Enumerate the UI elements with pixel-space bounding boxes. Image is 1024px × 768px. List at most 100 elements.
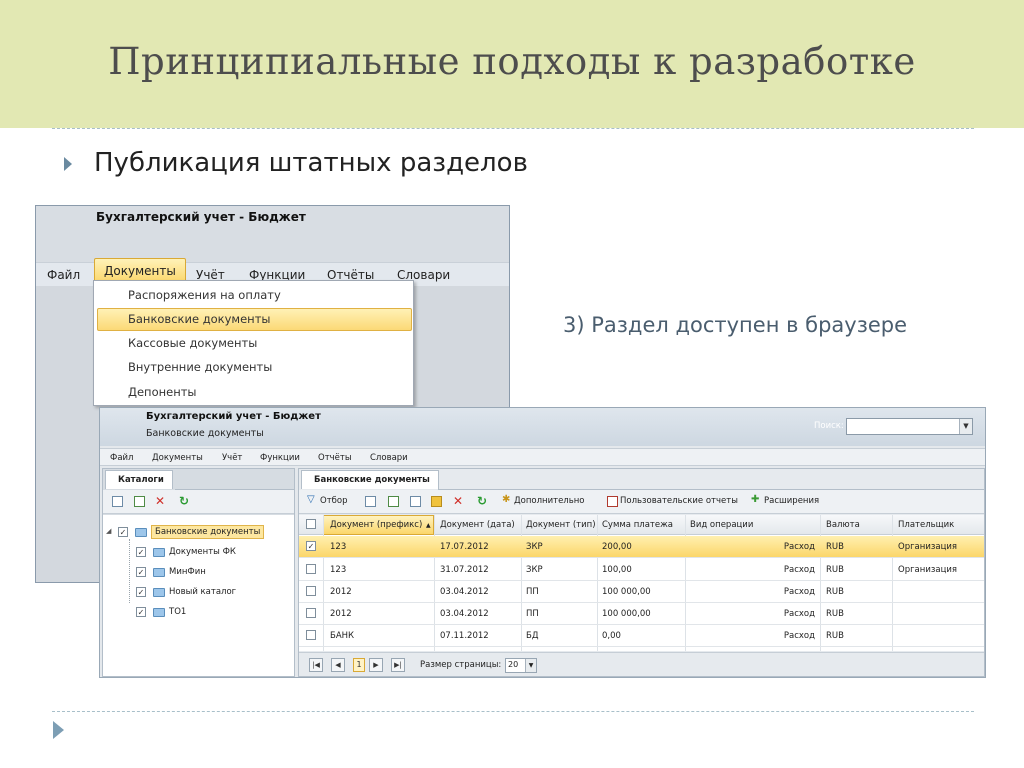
table-row[interactable]: 2012 03.04.2012 ПП 100 000,00 Расход RUB — [299, 581, 984, 603]
sort-asc-icon: ▲ — [426, 522, 431, 529]
tree-checkbox[interactable]: ✓ — [136, 587, 146, 597]
delete-icon[interactable]: ✕ — [453, 495, 464, 507]
tree-node[interactable]: ✓ МинФин — [103, 565, 294, 581]
first-page-icon[interactable]: |◀ — [309, 658, 323, 672]
extra-button[interactable]: Дополнительно — [514, 496, 585, 506]
folder-icon — [153, 608, 165, 617]
web-menu-reports[interactable]: Отчёты — [318, 453, 352, 463]
chevron-down-icon[interactable]: ▼ — [525, 659, 536, 672]
dropdown-item-deponents[interactable]: Депоненты — [128, 385, 197, 399]
divider-bottom — [52, 711, 974, 712]
copy-icon[interactable] — [388, 496, 399, 507]
bullet-arrow-icon — [64, 157, 72, 171]
page-size-label: Размер страницы: — [420, 660, 502, 670]
cell-currency: RUB — [826, 542, 844, 552]
select-all-checkbox[interactable] — [306, 519, 316, 529]
dropdown-item-bank-documents[interactable]: Банковские документы — [128, 312, 270, 326]
tree-checkbox[interactable]: ✓ — [136, 567, 146, 577]
cell-type: ПП — [526, 609, 539, 619]
refresh-icon[interactable]: ↻ — [179, 495, 190, 507]
new-icon[interactable] — [365, 496, 376, 507]
cell-amount: 200,00 — [602, 542, 632, 552]
column-header[interactable]: Валюта — [826, 520, 860, 530]
page-number[interactable]: 1 — [353, 658, 365, 672]
open-icon[interactable] — [431, 496, 442, 507]
cell-date: 03.04.2012 — [440, 587, 489, 597]
web-menu-documents[interactable]: Документы — [152, 453, 203, 463]
web-menu-file[interactable]: Файл — [110, 453, 133, 463]
table-row[interactable]: 2012 03.04.2012 ПП 100 000,00 Расход RUB — [299, 603, 984, 625]
filter-icon[interactable]: ▽ — [307, 494, 315, 505]
cell-date: 03.04.2012 — [440, 609, 489, 619]
tree-node[interactable]: ◢ ✓ Банковские документы — [103, 525, 294, 541]
folder-icon — [135, 528, 147, 537]
tree-label: Банковские документы — [151, 525, 265, 539]
cell-prefix: 123 — [330, 542, 347, 552]
table-row[interactable]: ✓ 123 17.07.2012 ЗКР 200,00 Расход RUB О… — [299, 536, 984, 558]
table-row[interactable]: 123 31.07.2012 ЗКР 100,00 Расход RUB Орг… — [299, 559, 984, 581]
column-header[interactable]: Сумма платежа — [602, 520, 673, 530]
row-checkbox[interactable]: ✓ — [306, 541, 316, 551]
tree-checkbox[interactable]: ✓ — [136, 547, 146, 557]
last-page-icon[interactable]: ▶| — [391, 658, 405, 672]
cell-date: 07.11.2012 — [440, 631, 489, 641]
divider-top — [52, 128, 974, 129]
next-page-icon[interactable]: ▶ — [369, 658, 383, 672]
column-header[interactable]: Документ (префикс) — [330, 520, 422, 530]
row-checkbox[interactable] — [306, 586, 316, 596]
tree-node[interactable]: ✓ Новый каталог — [103, 585, 294, 601]
cell-prefix: БАНК — [330, 631, 355, 641]
menu-file[interactable]: Файл — [47, 268, 80, 282]
page-size-select[interactable]: 20 ▼ — [505, 658, 537, 673]
dropdown-item-payment-orders[interactable]: Распоряжения на оплату — [128, 288, 281, 302]
edit-icon[interactable] — [134, 496, 145, 507]
tree-node[interactable]: ✓ Документы ФК — [103, 545, 294, 561]
column-header[interactable]: Вид операции — [690, 520, 753, 530]
tree-label: Документы ФК — [169, 547, 236, 557]
new-icon[interactable] — [112, 496, 123, 507]
edit-icon[interactable] — [410, 496, 421, 507]
cell-currency: RUB — [826, 631, 844, 641]
column-header[interactable]: Документ (дата) — [440, 520, 515, 530]
search-label: Поиск: — [814, 421, 844, 431]
web-window: Бухгалтерский учет - Бюджет Банковские д… — [99, 407, 986, 678]
tree-node[interactable]: ✓ ТО1 — [103, 605, 294, 621]
search-dropdown-icon[interactable]: ▼ — [959, 419, 972, 434]
row-checkbox[interactable] — [306, 608, 316, 618]
table-row[interactable]: БАНК 07.11.2012 БД 0,00 Расход RUB — [299, 625, 984, 647]
web-menu-functions[interactable]: Функции — [260, 453, 300, 463]
row-checkbox[interactable] — [306, 564, 316, 574]
desktop-window-title: Бухгалтерский учет - Бюджет — [96, 210, 306, 224]
delete-icon[interactable]: ✕ — [155, 495, 166, 507]
pager: |◀ ◀ 1 ▶ ▶| Размер страницы: 20 ▼ — [299, 652, 984, 676]
tab-bank-documents[interactable]: Банковские документы — [301, 470, 439, 489]
filter-button[interactable]: Отбор — [320, 496, 347, 506]
bullet-text: Публикация штатных разделов — [94, 148, 528, 178]
gear-icon: ✱ — [502, 494, 511, 505]
dropdown-item-cash-documents[interactable]: Кассовые документы — [128, 336, 257, 350]
catalogs-panel: Каталоги ✕ ↻ ◢ ✓ Банковские документы ✓ — [102, 468, 295, 677]
collapse-icon[interactable]: ◢ — [106, 527, 111, 535]
extensions-button[interactable]: Расширения — [764, 496, 819, 506]
cell-type: ПП — [526, 587, 539, 597]
web-menu-accounting[interactable]: Учёт — [222, 453, 242, 463]
cell-type: БД — [526, 631, 539, 641]
web-menu-dictionaries[interactable]: Словари — [370, 453, 408, 463]
column-header[interactable]: Документ (тип) — [526, 520, 596, 530]
tree-checkbox[interactable]: ✓ — [136, 607, 146, 617]
column-header[interactable]: Плательщик — [898, 520, 954, 530]
web-header: Бухгалтерский учет - Бюджет Банковские д… — [100, 408, 985, 446]
tab-catalogs[interactable]: Каталоги — [105, 470, 173, 489]
web-subtitle: Банковские документы — [146, 428, 264, 439]
cell-date: 31.07.2012 — [440, 565, 489, 575]
tree-checkbox[interactable]: ✓ — [118, 527, 128, 537]
cell-currency: RUB — [826, 565, 844, 575]
row-checkbox[interactable] — [306, 630, 316, 640]
search-input[interactable]: ▼ — [846, 418, 973, 435]
prev-page-icon[interactable]: ◀ — [331, 658, 345, 672]
grid-header: Документ (префикс) ▲ Документ (дата) Док… — [299, 515, 984, 535]
refresh-icon[interactable]: ↻ — [477, 495, 488, 507]
dropdown-item-internal-documents[interactable]: Внутренние документы — [128, 360, 272, 374]
cell-amount: 100 000,00 — [602, 609, 651, 619]
user-reports-button[interactable]: Пользовательские отчеты — [620, 496, 738, 506]
